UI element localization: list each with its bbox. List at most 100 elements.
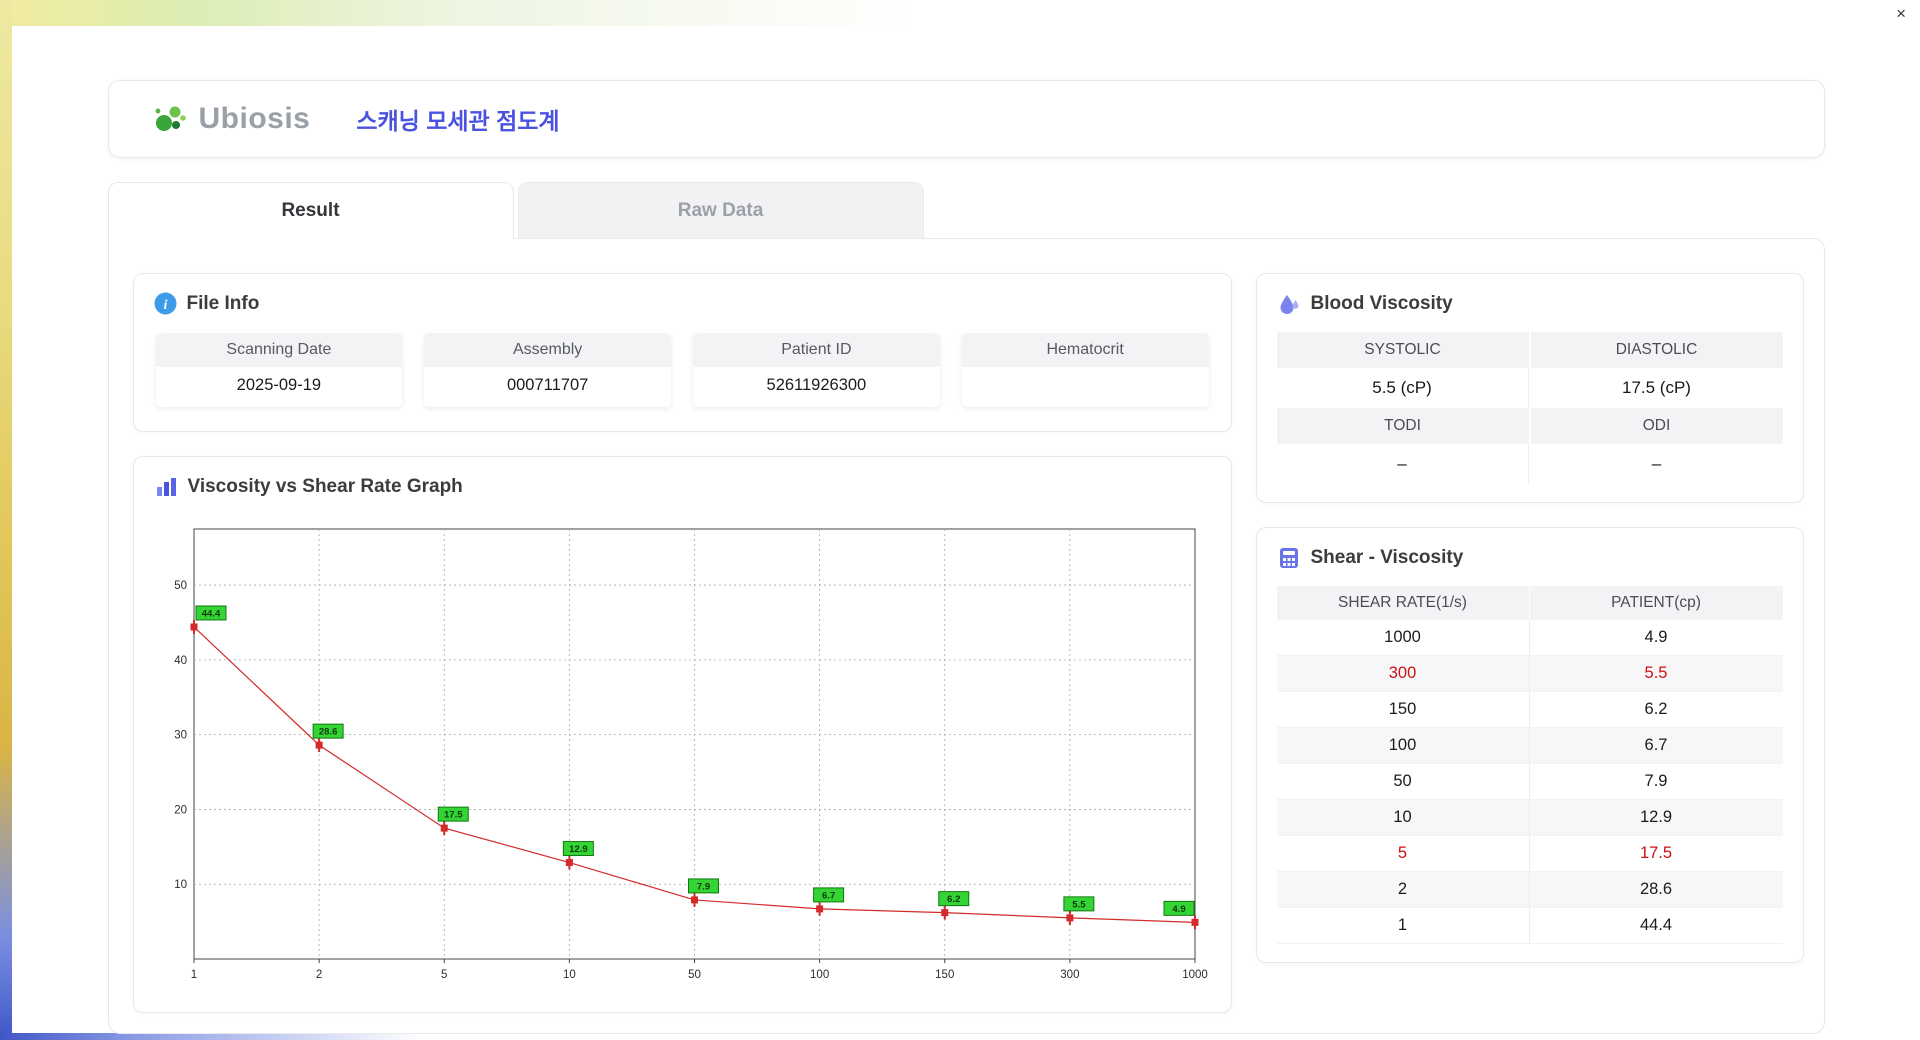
table-cell: 12.9 (1639, 808, 1673, 826)
app-window: Ubiosis 스캐닝 모세관 점도계 Result Raw Data i Fi… (12, 26, 1920, 1034)
ubiosis-logo-icon (155, 106, 186, 131)
viscosity-graph-card: Viscosity vs Shear Rate Graph 10 20 30 40 50… (132, 456, 1232, 1013)
table-cell: 4.9 (1644, 628, 1668, 646)
shear-viscosity-table: SHEAR RATE(1/s) PATIENT(cp) 1000 4.9 300 5.… (1276, 586, 1783, 944)
table-row: 10 12.9 (1276, 800, 1783, 836)
app-logo: Ubiosis (151, 99, 311, 139)
table-cell: 50 (1277, 764, 1530, 799)
page-title: 스캐닝 모세관 점도계 (356, 108, 560, 134)
window-frame-top (0, 0, 1920, 26)
table-cell: 1000 (1277, 620, 1530, 655)
field-label: Patient ID (693, 333, 940, 367)
field-value: 52611926300 (766, 376, 867, 394)
svg-text:7.9: 7.9 (696, 881, 709, 892)
svg-text:17.5: 17.5 (444, 810, 463, 821)
window-frame-left (0, 0, 12, 1040)
tab-bar: Result Raw Data (107, 182, 1825, 239)
table-row: 300 5.5 (1276, 656, 1783, 692)
blood-viscosity-card: Blood Viscosity SYSTOLIC DIASTOLIC 5.5 (… (1255, 273, 1804, 503)
svg-text:1: 1 (190, 969, 196, 981)
field-value: 2025-09-19 (236, 376, 322, 394)
field-assembly: Assembly 000711707 (424, 333, 671, 407)
table-row: 100 6.7 (1276, 728, 1783, 764)
bar-chart-icon (156, 478, 176, 496)
table-row: 5 17.5 (1276, 836, 1783, 872)
table-cell: 44.4 (1639, 916, 1673, 934)
column-header-systolic: SYSTOLIC (1276, 332, 1529, 368)
tab-raw-data[interactable]: Raw Data (517, 182, 924, 239)
svg-text:4.9: 4.9 (1172, 904, 1185, 915)
column-header-todi: TODI (1276, 408, 1529, 444)
card-title: Shear - Viscosity (1310, 547, 1464, 568)
field-patient-id: Patient ID 52611926300 (693, 333, 940, 407)
column-header-odi: ODI (1530, 408, 1783, 444)
table-cell: 5 (1277, 836, 1530, 871)
table-cell: 100 (1277, 728, 1530, 763)
table-cell: 6.7 (1644, 736, 1668, 754)
odi-value: – (1651, 454, 1662, 473)
field-value (962, 367, 1209, 407)
svg-text:12.9: 12.9 (569, 844, 588, 855)
result-panel: i File Info Scanning Date 2025-09-19 Ass… (107, 238, 1825, 1034)
field-label: Assembly (424, 333, 671, 367)
field-hematocrit: Hematocrit (961, 333, 1209, 407)
diastolic-value: 17.5 (cP) (1622, 378, 1691, 397)
svg-text:30: 30 (174, 730, 187, 742)
table-cell: 17.5 (1639, 844, 1673, 862)
card-title: File Info (186, 292, 260, 314)
table-cell: 5.5 (1644, 664, 1668, 682)
svg-text:10: 10 (174, 879, 187, 891)
info-icon: i (154, 292, 176, 315)
svg-text:6.7: 6.7 (822, 890, 835, 901)
column-header-patient: PATIENT(cp) (1529, 586, 1783, 620)
table-cell: 6.2 (1644, 700, 1668, 718)
card-title: Blood Viscosity (1310, 293, 1453, 314)
svg-text:20: 20 (174, 804, 187, 816)
file-info-card: i File Info Scanning Date 2025-09-19 Ass… (132, 273, 1232, 432)
svg-text:i: i (163, 298, 167, 313)
table-row: 1000 4.9 (1276, 620, 1783, 656)
table-cell: 7.9 (1644, 772, 1668, 790)
calculator-icon (1279, 548, 1298, 568)
table-cell: 28.6 (1639, 880, 1673, 898)
svg-text:50: 50 (174, 580, 187, 592)
svg-text:100: 100 (810, 969, 829, 981)
field-value: 000711707 (506, 376, 589, 394)
close-icon[interactable]: × (1892, 3, 1910, 24)
svg-text:28.6: 28.6 (318, 727, 337, 738)
svg-text:40: 40 (174, 655, 187, 667)
systolic-value: 5.5 (cP) (1277, 368, 1529, 408)
svg-text:10: 10 (562, 969, 575, 981)
todi-value: – (1277, 444, 1529, 484)
viscosity-chart: 10 20 30 40 50 1 2 5 10 50 100 150 300 1000 44.4 28.6 17… (174, 528, 1208, 981)
table-row: 2 28.6 (1276, 872, 1783, 908)
svg-text:5.5: 5.5 (1072, 899, 1086, 910)
svg-text:1000: 1000 (1182, 969, 1208, 981)
table-row: 150 6.2 (1276, 692, 1783, 728)
app-header: Ubiosis 스캐닝 모세관 점도계 (107, 80, 1825, 158)
table-cell: 10 (1277, 800, 1530, 835)
svg-text:44.4: 44.4 (201, 608, 220, 619)
column-header-diastolic: DIASTOLIC (1530, 332, 1783, 368)
svg-text:2: 2 (315, 969, 321, 981)
tab-result[interactable]: Result (107, 182, 514, 239)
shear-viscosity-table-body: 1000 4.9 300 5.5 150 6.2 100 6.7 50 7.9 10 12.9 5 17.… (1276, 620, 1783, 944)
table-row: 50 7.9 (1276, 764, 1783, 800)
table-row: 1 44.4 (1276, 908, 1783, 944)
field-label: Scanning Date (155, 333, 403, 367)
svg-text:5: 5 (441, 969, 447, 981)
svg-text:150: 150 (935, 969, 954, 981)
field-scanning-date: Scanning Date 2025-09-19 (155, 333, 403, 407)
table-cell: 150 (1277, 692, 1530, 727)
table-cell: 300 (1277, 656, 1530, 691)
table-cell: 1 (1277, 908, 1530, 943)
column-header-shear-rate: SHEAR RATE(1/s) (1276, 586, 1530, 620)
blood-viscosity-table: SYSTOLIC DIASTOLIC 5.5 (cP) 17.5 (cP) TO… (1276, 332, 1783, 484)
shear-viscosity-card: Shear - Viscosity SHEAR RATE(1/s) PATIEN… (1255, 527, 1804, 963)
svg-text:300: 300 (1060, 969, 1079, 981)
field-label: Hematocrit (961, 333, 1209, 367)
brand-name: Ubiosis (198, 102, 311, 135)
table-cell: 2 (1277, 872, 1530, 907)
card-title: Viscosity vs Shear Rate Graph (187, 476, 463, 497)
svg-text:6.2: 6.2 (947, 894, 960, 905)
